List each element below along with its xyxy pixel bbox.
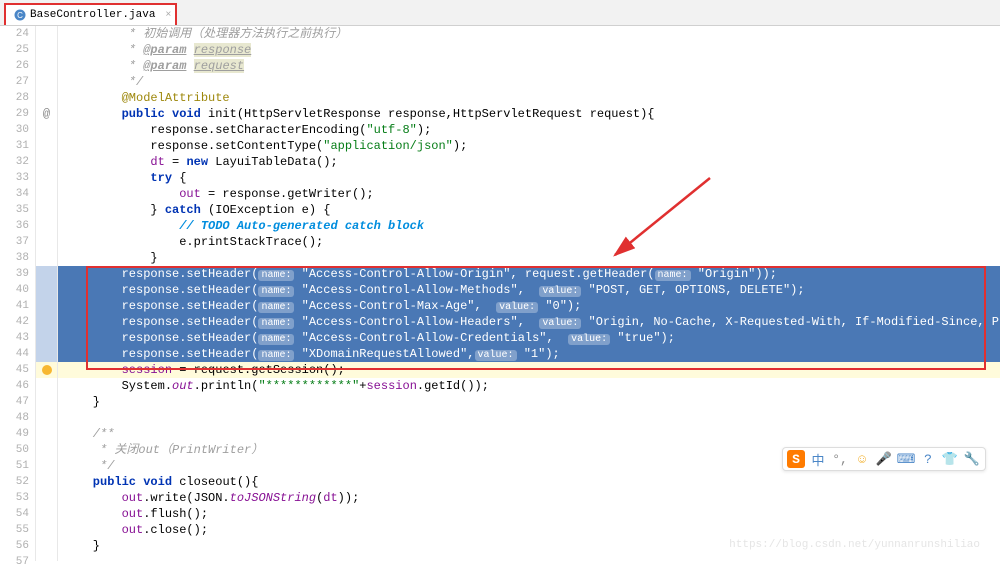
ime-emoji-icon[interactable]: ☺ [853, 450, 871, 468]
code-line: response.setHeader(name: "XDomainRequest… [58, 346, 1000, 362]
line-number: 48 [0, 410, 29, 426]
line-number: 33 [0, 170, 29, 186]
code-line: response.setCharacterEncoding("utf-8"); [58, 122, 1000, 138]
code-line: } catch (IOException e) { [58, 202, 1000, 218]
line-number: 24 [0, 26, 29, 42]
line-number: 49 [0, 426, 29, 442]
line-number: 45 [0, 362, 29, 378]
breakpoint-icon[interactable] [42, 365, 52, 375]
code-line: public void closeout(){ [58, 474, 1000, 490]
line-number: 32 [0, 154, 29, 170]
line-number: 30 [0, 122, 29, 138]
code-area[interactable]: * 初始调用（处理器方法执行之前执行） * @param response * … [58, 26, 1000, 561]
code-line: session = request.getSession(); [58, 362, 1000, 378]
code-line: try { [58, 170, 1000, 186]
override-marker-icon[interactable]: @ [43, 107, 50, 121]
line-number: 39 [0, 266, 29, 282]
code-line: response.setContentType("application/jso… [58, 138, 1000, 154]
line-number: 53 [0, 490, 29, 506]
line-number: 34 [0, 186, 29, 202]
line-number: 27 [0, 74, 29, 90]
code-line: out.write(JSON.toJSONString(dt)); [58, 490, 1000, 506]
line-number: 56 [0, 538, 29, 554]
line-number: 41 [0, 298, 29, 314]
line-number: 40 [0, 282, 29, 298]
marker-gutter: @ [36, 26, 58, 561]
code-line: out.flush(); [58, 506, 1000, 522]
line-number: 36 [0, 218, 29, 234]
line-number: 55 [0, 522, 29, 538]
code-line: /** [58, 426, 1000, 442]
line-number: 38 [0, 250, 29, 266]
code-line: * @param request [58, 58, 1000, 74]
ime-keyboard-icon[interactable]: ⌨ [897, 450, 915, 468]
code-line [58, 410, 1000, 426]
file-tab[interactable]: C BaseController.java × [4, 3, 177, 25]
editor: 24 25 26 27 28 29 30 31 32 33 34 35 36 3… [0, 26, 1000, 561]
ime-mic-icon[interactable]: 🎤 [875, 450, 893, 468]
code-line: response.setHeader(name: "Access-Control… [58, 330, 1000, 346]
code-line: System.out.println("************"+sessio… [58, 378, 1000, 394]
line-number: 51 [0, 458, 29, 474]
code-line: public void init(HttpServletResponse res… [58, 106, 1000, 122]
line-number: 54 [0, 506, 29, 522]
tab-bar: C BaseController.java × [0, 0, 1000, 26]
line-number: 29 [0, 106, 29, 122]
watermark: https://blog.csdn.net/yunnanrunshiliao [729, 539, 980, 551]
line-number: 50 [0, 442, 29, 458]
sogou-logo-icon[interactable]: S [787, 450, 805, 468]
code-line: // TODO Auto-generated catch block [58, 218, 1000, 234]
code-line: @ModelAttribute [58, 90, 1000, 106]
line-number: 46 [0, 378, 29, 394]
code-line: } [58, 394, 1000, 410]
code-line: response.setHeader(name: "Access-Control… [58, 298, 1000, 314]
code-line: response.setHeader(name: "Access-Control… [58, 266, 1000, 282]
line-number: 26 [0, 58, 29, 74]
code-line: response.setHeader(name: "Access-Control… [58, 314, 1000, 330]
close-icon[interactable]: × [165, 10, 171, 21]
code-line: * @param response [58, 42, 1000, 58]
ime-toolbar[interactable]: S 中 °, ☺ 🎤 ⌨ ? 👕 🔧 [782, 447, 986, 471]
code-line: out.close(); [58, 522, 1000, 538]
ime-help-icon[interactable]: ? [919, 450, 937, 468]
line-number: 35 [0, 202, 29, 218]
line-number: 43 [0, 330, 29, 346]
line-number: 37 [0, 234, 29, 250]
line-number: 28 [0, 90, 29, 106]
ime-settings-icon[interactable]: 🔧 [963, 450, 981, 468]
line-number: 25 [0, 42, 29, 58]
line-number: 57 [0, 554, 29, 570]
line-number: 42 [0, 314, 29, 330]
line-number: 31 [0, 138, 29, 154]
ime-punct-icon[interactable]: °, [831, 450, 849, 468]
line-number: 52 [0, 474, 29, 490]
line-number: 44 [0, 346, 29, 362]
line-number: 47 [0, 394, 29, 410]
code-line: response.setHeader(name: "Access-Control… [58, 282, 1000, 298]
code-line: out = response.getWriter(); [58, 186, 1000, 202]
ime-lang-icon[interactable]: 中 [809, 450, 827, 468]
line-number-gutter: 24 25 26 27 28 29 30 31 32 33 34 35 36 3… [0, 26, 36, 561]
svg-text:C: C [17, 11, 23, 20]
tab-filename: BaseController.java [30, 9, 155, 21]
code-line: e.printStackTrace(); [58, 234, 1000, 250]
code-line: dt = new LayuiTableData(); [58, 154, 1000, 170]
java-class-icon: C [14, 9, 26, 21]
code-line: * 初始调用（处理器方法执行之前执行） [58, 26, 1000, 42]
code-line: } [58, 250, 1000, 266]
ime-skin-icon[interactable]: 👕 [941, 450, 959, 468]
code-line: */ [58, 74, 1000, 90]
code-line [58, 554, 1000, 561]
